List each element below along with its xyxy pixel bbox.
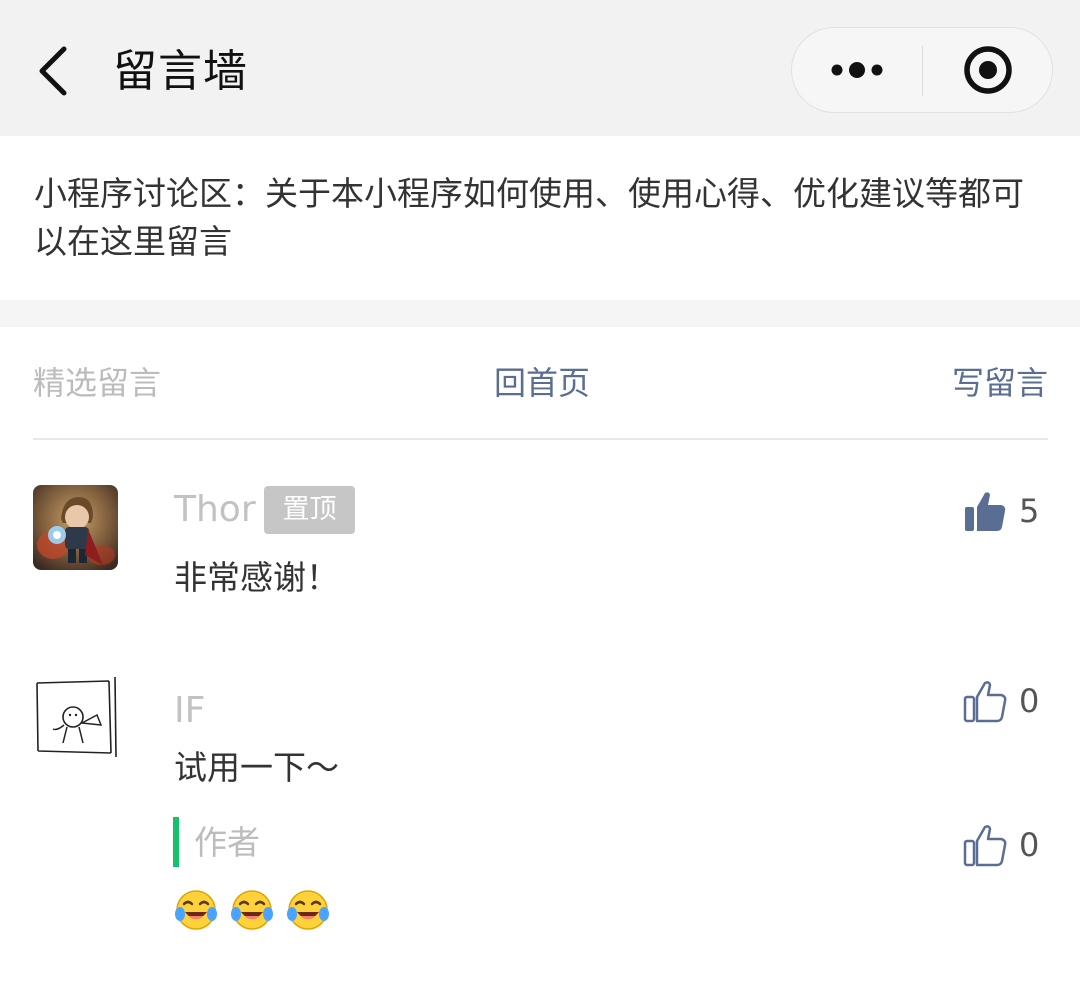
thumbs-up-outline-icon [963, 681, 1007, 723]
reply-indicator-bar [173, 817, 179, 867]
like-count: 5 [1019, 492, 1040, 530]
chevron-left-icon [39, 46, 67, 96]
pinned-badge: 置顶 [264, 486, 355, 534]
avatar[interactable] [33, 485, 118, 570]
reply-content [174, 888, 330, 932]
comment-author: Thor [174, 489, 256, 530]
section-separator [0, 300, 1080, 327]
thumbs-up-filled-icon [965, 492, 1006, 531]
like-button[interactable]: 5 [963, 486, 1039, 536]
intro-text: 小程序讨论区：关于本小程序如何使用、使用心得、优化建议等都可以在这里留言 [34, 174, 1024, 261]
comment-tabs: 精选留言 回首页 写留言 [33, 358, 1048, 408]
divider [33, 438, 1048, 440]
thor-avatar-image [33, 485, 118, 570]
like-count: 0 [1019, 682, 1040, 720]
more-button[interactable] [792, 28, 922, 112]
tears-of-joy-emoji-icon [231, 890, 273, 930]
avatar[interactable] [33, 673, 118, 758]
tears-of-joy-emoji-icon [287, 890, 329, 930]
page-title: 留言墙 [113, 46, 248, 97]
home-link[interactable]: 回首页 [494, 358, 590, 408]
target-circle-icon [963, 46, 1012, 94]
back-button[interactable] [22, 36, 86, 106]
comment-content: 试用一下～ [174, 748, 339, 787]
tears-of-joy-emoji-icon [175, 890, 217, 930]
tab-featured-comments[interactable]: 精选留言 [33, 358, 161, 408]
reply-author: 作者 [194, 823, 260, 862]
like-count: 0 [1019, 826, 1040, 864]
menu-capsule [791, 27, 1053, 113]
write-comment-link[interactable]: 写留言 [952, 358, 1048, 408]
sketch-avatar-image [33, 673, 118, 758]
comment-content: 非常感谢！ [174, 558, 339, 597]
reply-like-button[interactable]: 0 [963, 820, 1039, 870]
close-miniprogram-button[interactable] [923, 28, 1052, 112]
thumbs-up-outline-icon [963, 825, 1007, 867]
like-button[interactable]: 0 [963, 676, 1039, 726]
navigation-bar: 留言墙 [0, 0, 1080, 136]
comment-author: IF [174, 690, 206, 731]
more-dots-icon [831, 62, 883, 78]
